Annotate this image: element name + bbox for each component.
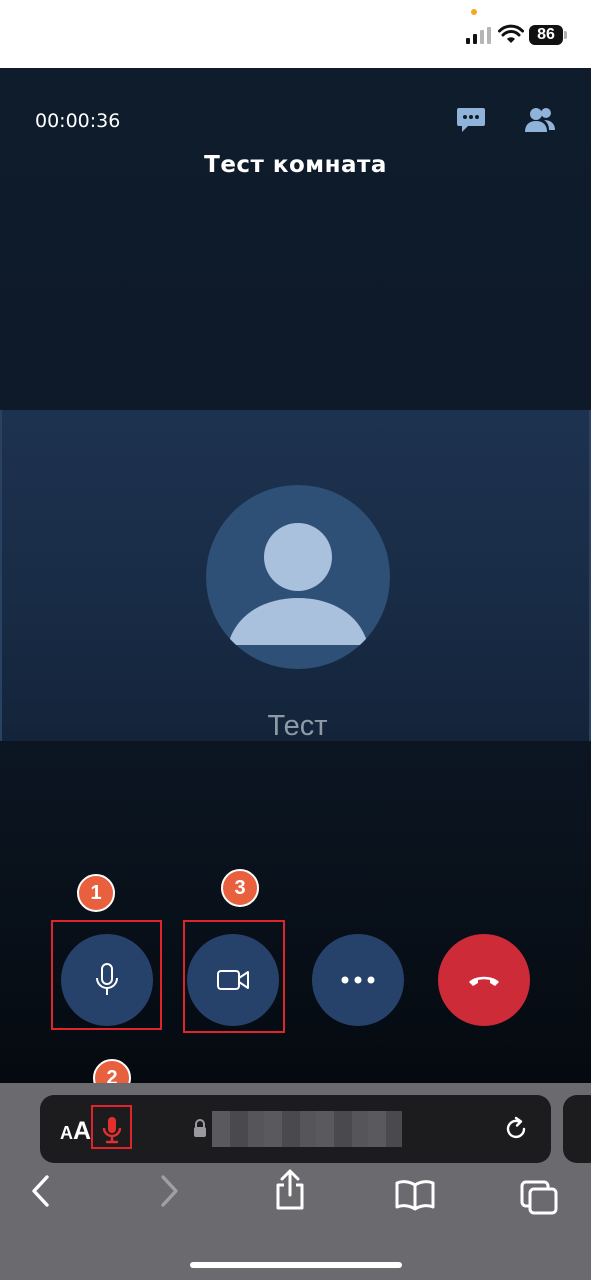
annotation-badge-1: 1 [77,874,115,912]
battery-indicator: 86 [529,25,563,45]
forward-arrow-icon[interactable] [156,1173,182,1209]
reload-icon[interactable] [502,1115,530,1143]
ellipsis-icon [341,976,375,984]
highlight-microphone [51,920,162,1030]
next-tab-preview[interactable] [563,1095,591,1163]
call-screen: 00:00:36 Тест комната Тест 1 3 2 [0,68,591,1097]
avatar [206,485,390,669]
highlight-dictation [91,1105,132,1149]
annotation-badge-3: 3 [221,869,259,907]
hang-up-button[interactable] [438,934,530,1026]
privacy-indicator-dot [471,9,477,15]
participant-tile[interactable]: Тест [0,410,591,742]
more-options-button[interactable] [312,934,404,1026]
participant-name: Тест [267,710,328,742]
status-bar: 86 [0,0,591,68]
browser-toolbar: AA [0,1083,591,1280]
highlight-camera [183,920,285,1033]
address-bar[interactable]: AA [40,1095,551,1163]
back-arrow-icon[interactable] [28,1173,54,1209]
bookmarks-icon[interactable] [394,1179,436,1211]
battery-cap [564,31,567,39]
hang-up-icon [469,976,499,986]
participants-icon[interactable] [524,106,556,134]
share-icon[interactable] [273,1169,307,1211]
home-indicator[interactable] [190,1262,402,1268]
default-user-icon [228,523,368,645]
chat-bubble-icon[interactable] [456,106,486,134]
text-size-button[interactable]: AA [60,1117,91,1146]
room-title: Тест комната [204,152,387,178]
cellular-signal-icon [466,27,491,44]
call-timer: 00:00:36 [35,110,121,132]
url-text [212,1111,402,1147]
tabs-icon[interactable] [519,1179,559,1215]
lock-icon [194,1119,206,1137]
wifi-icon [498,24,524,43]
